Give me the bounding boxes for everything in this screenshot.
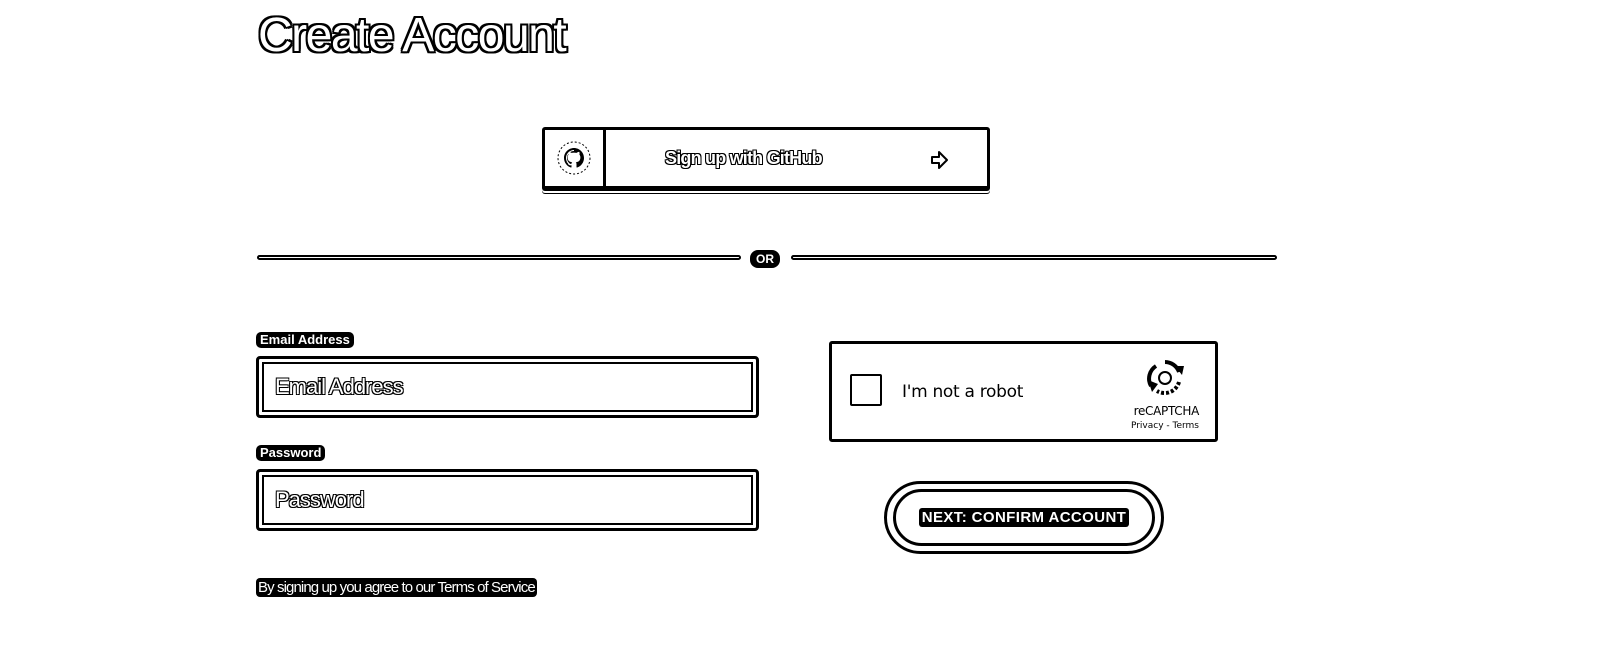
divider-line-right (791, 255, 1277, 260)
email-field[interactable] (256, 356, 759, 418)
recaptcha-label: I'm not a robot (902, 382, 1024, 402)
terms-prefix: By signing up you agree to our (258, 579, 438, 596)
password-field[interactable] (256, 469, 759, 531)
next-button-inner: NEXT: CONFIRM ACCOUNT (893, 489, 1155, 546)
github-signup-button[interactable]: Sign up with GitHub (542, 127, 990, 189)
email-label: Email Address (256, 332, 354, 348)
terms-notice: By signing up you agree to our Terms of … (256, 578, 537, 597)
github-icon-container (545, 130, 606, 186)
github-icon (557, 141, 591, 175)
github-signup-label: Sign up with GitHub (665, 148, 823, 168)
terms-of-service-link[interactable]: Terms of Service (437, 579, 535, 596)
recaptcha-checkbox[interactable] (850, 374, 882, 406)
page-title: Create Account (258, 9, 567, 62)
password-label: Password (256, 445, 326, 461)
next-confirm-account-button[interactable]: NEXT: CONFIRM ACCOUNT (884, 481, 1164, 554)
arrow-right-circle-icon (931, 151, 948, 169)
recaptcha-brand: reCAPTCHA (1133, 404, 1200, 418)
next-button-label: NEXT: CONFIRM ACCOUNT (918, 508, 1130, 527)
recaptcha-widget: I'm not a robot reCAPTCHA Privacy - Term… (829, 341, 1218, 442)
divider-line-left (257, 255, 741, 260)
recaptcha-logo-icon (1147, 360, 1184, 395)
divider-or-label: OR (750, 250, 780, 268)
create-account-page: Create Account Sign up with GitHub OR Em… (0, 0, 1600, 662)
recaptcha-privacy-terms-links[interactable]: Privacy - Terms (1131, 421, 1199, 431)
